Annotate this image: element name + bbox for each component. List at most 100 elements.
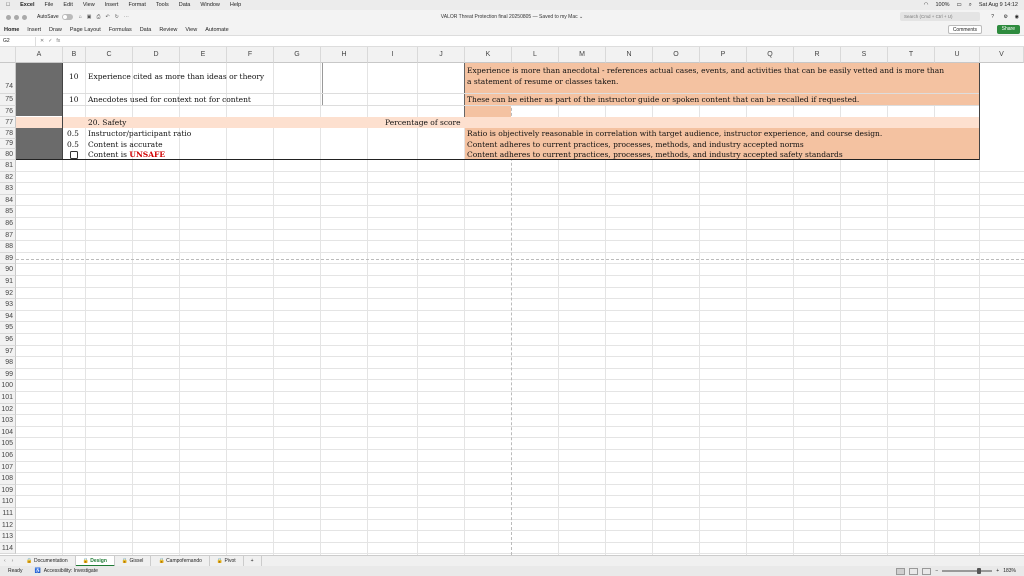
- row-header-95[interactable]: 95: [0, 322, 16, 334]
- col-header-g[interactable]: G: [274, 47, 321, 63]
- col-header-p[interactable]: P: [700, 47, 747, 63]
- select-all-corner[interactable]: [0, 47, 16, 63]
- menu-view[interactable]: View: [83, 2, 95, 8]
- percentage-label[interactable]: Percentage of score: [385, 117, 461, 128]
- row-header-108[interactable]: 108: [0, 473, 16, 485]
- row-header-80[interactable]: 80: [0, 149, 16, 160]
- col-header-a[interactable]: A: [16, 47, 63, 63]
- row-header-79[interactable]: 79: [0, 139, 16, 149]
- close-window-button[interactable]: [6, 14, 11, 20]
- tab-data[interactable]: Data: [140, 27, 152, 33]
- col-header-u[interactable]: U: [935, 47, 980, 63]
- fx-icon[interactable]: fx: [56, 38, 60, 44]
- unsafe-checkbox[interactable]: [70, 151, 78, 159]
- menu-format[interactable]: Format: [128, 2, 145, 8]
- row-header-84[interactable]: 84: [0, 194, 16, 207]
- row-header-103[interactable]: 103: [0, 415, 16, 427]
- criteria-cell[interactable]: Anecdotes used for context not for conte…: [88, 94, 251, 105]
- col-header-d[interactable]: D: [133, 47, 180, 63]
- search-input[interactable]: Search (Cmd + Ctrl + U): [900, 12, 980, 21]
- confirm-icon[interactable]: ✓: [48, 38, 52, 44]
- menu-insert[interactable]: Insert: [105, 2, 119, 8]
- criteria-cell[interactable]: Instructor/participant ratio: [88, 128, 191, 139]
- next-sheet-icon[interactable]: ›: [12, 558, 14, 564]
- col-header-t[interactable]: T: [888, 47, 935, 63]
- col-header-f[interactable]: F: [227, 47, 274, 63]
- redo-icon[interactable]: ↻: [115, 14, 119, 20]
- add-sheet-button[interactable]: +: [244, 555, 262, 567]
- row-header-94[interactable]: 94: [0, 310, 16, 323]
- note-cell[interactable]: Ratio is objectively reasonable in corre…: [467, 128, 882, 139]
- zoom-out-button[interactable]: −: [935, 568, 938, 574]
- menu-file[interactable]: File: [45, 2, 54, 8]
- row-header-96[interactable]: 96: [0, 334, 16, 346]
- criteria-cell[interactable]: Experience cited as more than ideas or t…: [88, 71, 264, 82]
- row-header-74[interactable]: 74: [0, 63, 16, 94]
- row-header-105[interactable]: 105: [0, 438, 16, 450]
- col-header-s[interactable]: S: [841, 47, 888, 63]
- row-header-86[interactable]: 86: [0, 218, 16, 230]
- score-cell[interactable]: 0.5: [67, 128, 79, 139]
- row-header-88[interactable]: 88: [0, 241, 16, 253]
- row-header-83[interactable]: 83: [0, 183, 16, 195]
- name-box[interactable]: G2: [0, 36, 36, 46]
- help-icon[interactable]: ?: [991, 14, 994, 20]
- zoom-in-button[interactable]: +: [996, 568, 999, 574]
- sheet-tab-gissel[interactable]: 🔒 Gissel: [115, 555, 152, 567]
- row-header-106[interactable]: 106: [0, 450, 16, 462]
- prev-sheet-icon[interactable]: ‹: [4, 558, 6, 564]
- row-header-102[interactable]: 102: [0, 403, 16, 416]
- row-header-78[interactable]: 78: [0, 128, 16, 139]
- sheet-tab-documentation[interactable]: 🔒 Documentation: [19, 555, 76, 567]
- row-header-85[interactable]: 85: [0, 206, 16, 218]
- row-header-111[interactable]: 111: [0, 508, 16, 520]
- more-icon[interactable]: ⋯: [124, 14, 129, 20]
- battery-label[interactable]: 100%: [935, 2, 949, 8]
- col-header-c[interactable]: C: [86, 47, 133, 63]
- note-cell[interactable]: Experience is more than anecdotal - refe…: [467, 65, 944, 76]
- cancel-icon[interactable]: ✕: [40, 38, 44, 44]
- clock[interactable]: Sat Aug 9 14:12: [979, 2, 1018, 8]
- traffic-lights[interactable]: [6, 14, 27, 20]
- zoom-level[interactable]: 183%: [1003, 568, 1016, 574]
- row-header-93[interactable]: 93: [0, 299, 16, 311]
- tab-review[interactable]: Review: [159, 27, 177, 33]
- accessibility-icon[interactable]: ♿: [34, 568, 40, 574]
- account-icon[interactable]: ◉: [1015, 14, 1019, 20]
- sheet-tab-pivot[interactable]: 🔒 Pivot: [210, 555, 244, 567]
- tab-insert[interactable]: Insert: [27, 27, 41, 33]
- row-header-112[interactable]: 112: [0, 519, 16, 532]
- col-header-n[interactable]: N: [606, 47, 653, 63]
- save-icon[interactable]: ▣: [87, 14, 92, 20]
- row-header-113[interactable]: 113: [0, 531, 16, 543]
- comments-button[interactable]: Comments: [947, 25, 982, 34]
- col-header-r[interactable]: R: [794, 47, 841, 63]
- sheet-tab-design[interactable]: 🔒 Design: [75, 555, 115, 567]
- col-header-i[interactable]: I: [368, 47, 418, 63]
- wifi-icon[interactable]: ◠: [924, 2, 929, 8]
- tab-page-layout[interactable]: Page Layout: [70, 27, 101, 33]
- row-header-91[interactable]: 91: [0, 276, 16, 288]
- row-header-99[interactable]: 99: [0, 368, 16, 381]
- row-header-89[interactable]: 89: [0, 252, 16, 265]
- col-header-l[interactable]: L: [512, 47, 559, 63]
- col-header-q[interactable]: Q: [747, 47, 794, 63]
- section-heading[interactable]: 20. Safety: [88, 117, 126, 128]
- score-cell[interactable]: 10: [69, 94, 79, 105]
- row-header-100[interactable]: 100: [0, 380, 16, 392]
- row-header-75[interactable]: 75: [0, 94, 16, 106]
- normal-view-button[interactable]: [896, 567, 906, 575]
- menu-app-excel[interactable]: Excel: [20, 2, 34, 8]
- zoom-window-button[interactable]: [22, 14, 27, 20]
- apple-icon[interactable]: : [6, 2, 10, 8]
- row-header-101[interactable]: 101: [0, 392, 16, 404]
- accessibility-status[interactable]: Accessibility: Investigate: [44, 568, 98, 574]
- col-header-e[interactable]: E: [180, 47, 227, 63]
- row-header-98[interactable]: 98: [0, 357, 16, 369]
- note-cell[interactable]: Content adheres to current practices, pr…: [467, 149, 843, 160]
- menu-data[interactable]: Data: [179, 2, 191, 8]
- page-break-view-button[interactable]: [922, 567, 932, 575]
- row-header-87[interactable]: 87: [0, 229, 16, 242]
- col-header-k[interactable]: K: [465, 47, 512, 63]
- tab-home[interactable]: Home: [4, 27, 19, 33]
